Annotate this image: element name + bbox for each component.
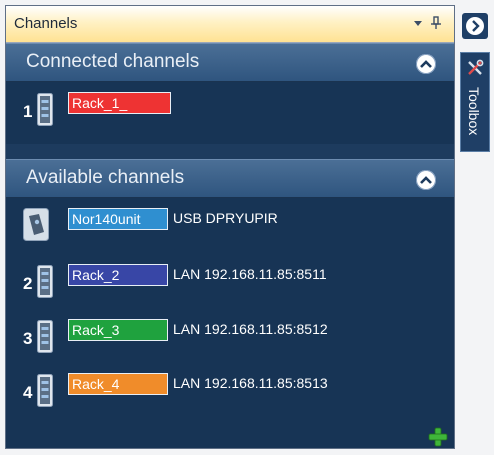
chevron-up-icon[interactable] [416,54,436,74]
toolbox-tab[interactable]: Toolbox [460,52,490,152]
channel-connection: USB DPRYUPIR [173,210,278,226]
connected-channels-list: 1 Rack_1_ [6,82,454,144]
rack-icon [37,93,53,126]
available-channels-title: Available channels [26,167,185,188]
channel-name-field[interactable]: Rack_3 [68,319,168,341]
rack-icon [37,265,53,298]
channel-row[interactable]: 4 Rack_4 LAN 192.168.11.85:8513 [6,371,454,411]
channel-row[interactable]: 3 Rack_3 LAN 192.168.11.85:8512 [6,317,454,357]
channel-name-field[interactable]: Nor140unit [68,208,168,230]
channel-connection: LAN 192.168.11.85:8512 [173,321,328,337]
chevron-right-icon[interactable] [462,13,488,39]
channel-index: 2 [23,274,33,293]
channels-panel: Channels Connected channels 1 Rack_1_ Av… [5,5,455,449]
rack-icon [37,374,53,407]
channel-row[interactable]: 1 Rack_1_ [6,90,454,130]
channel-name-field[interactable]: Rack_2 [68,264,168,286]
device-icon [23,208,49,241]
rack-icon [37,320,53,353]
plus-icon[interactable] [428,427,448,447]
dropdown-icon[interactable] [410,15,426,31]
channel-row[interactable]: 2 Rack_2 LAN 192.168.11.85:8511 [6,262,454,302]
connected-channels-title: Connected channels [26,51,200,72]
toolbox-label: Toolbox [466,87,482,136]
channel-index: 1 [23,102,33,121]
available-channels-list: Nor140unit USB DPRYUPIR 2 Rack_2 LAN 192… [6,198,454,448]
channel-name-field[interactable]: Rack_1_ [68,92,171,114]
available-channels-header[interactable]: Available channels [6,159,454,198]
tools-icon [468,59,484,75]
channel-row[interactable]: Nor140unit USB DPRYUPIR [6,206,454,246]
channel-connection: LAN 192.168.11.85:8511 [173,266,327,282]
chevron-up-icon[interactable] [416,170,436,190]
channel-index: 3 [23,329,33,348]
panel-title: Channels [14,15,78,32]
connected-channels-header[interactable]: Connected channels [6,43,454,82]
channel-index: 4 [23,383,33,402]
channel-name-field[interactable]: Rack_4 [68,373,168,395]
pin-icon[interactable] [428,15,444,31]
panel-titlebar: Channels [6,6,454,43]
application-frame: Channels Connected channels 1 Rack_1_ Av… [0,0,494,455]
channel-connection: LAN 192.168.11.85:8513 [173,375,328,391]
